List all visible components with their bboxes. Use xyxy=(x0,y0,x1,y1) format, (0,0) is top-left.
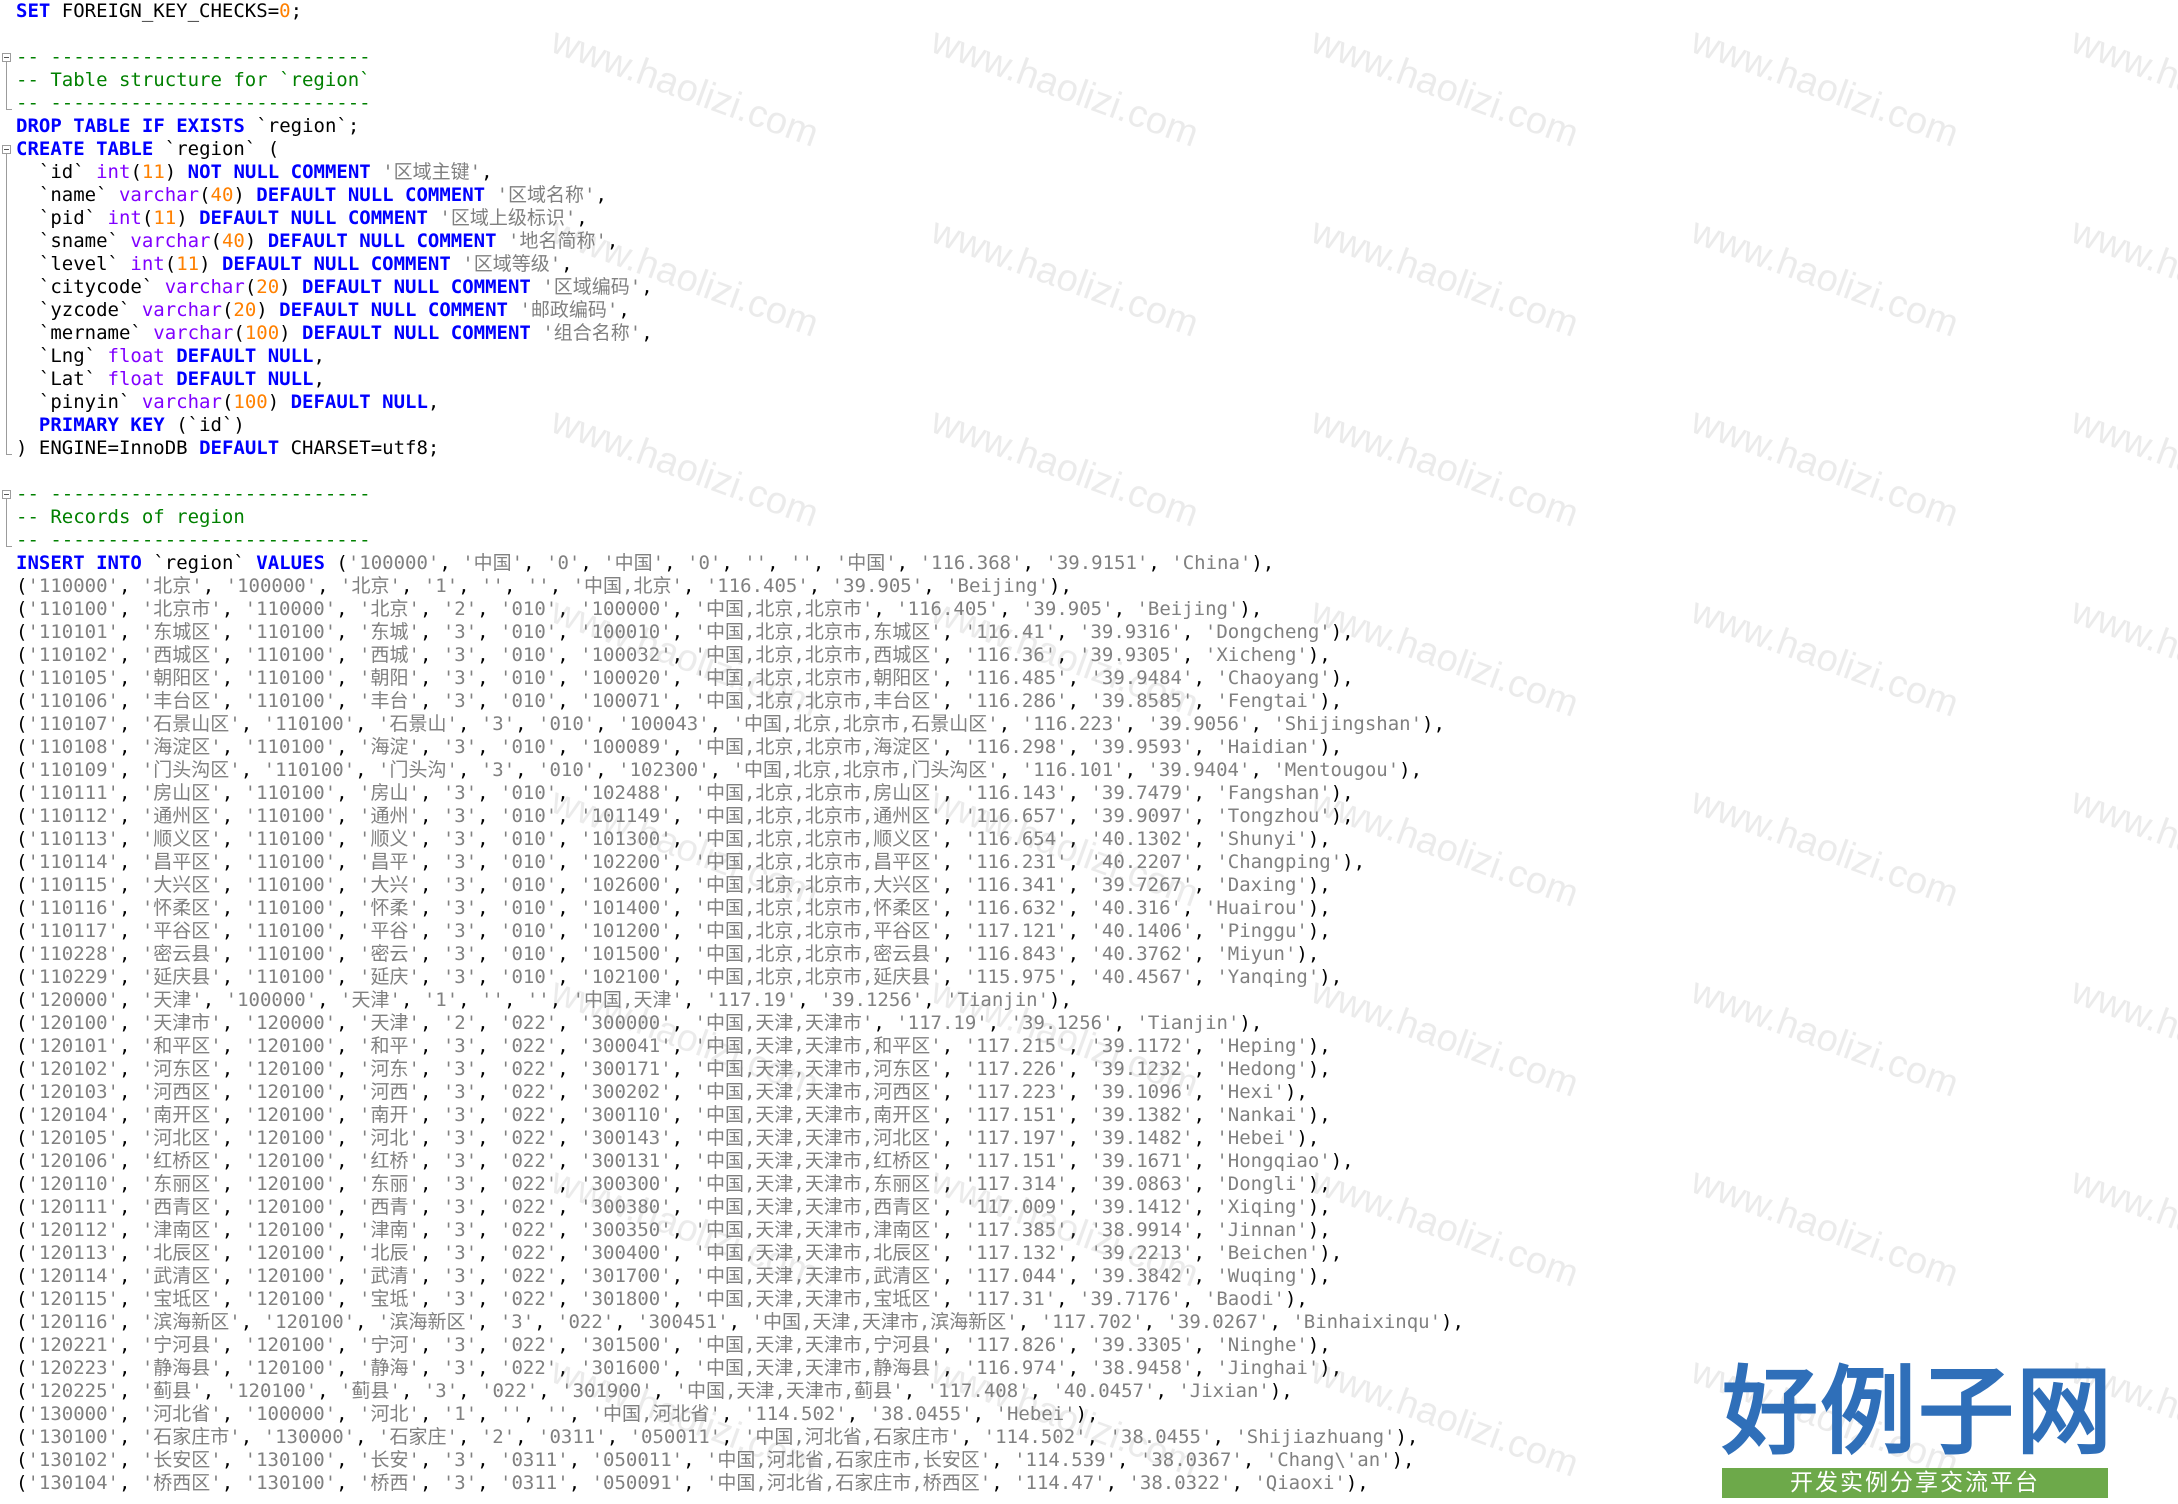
code-line[interactable]: ('120114', '武清区', '120100', '武清', '3', '… xyxy=(16,1265,2178,1288)
code-line[interactable]: ('110101', '东城区', '110100', '东城', '3', '… xyxy=(16,621,2178,644)
code-line[interactable]: ('120000', '天津', '100000', '天津', '1', ''… xyxy=(16,989,2178,1012)
code-line[interactable]: ('110109', '门头沟区', '110100', '门头沟', '3',… xyxy=(16,759,2178,782)
fold-gutter xyxy=(0,0,14,1504)
code-line[interactable]: ('120101', '和平区', '120100', '和平', '3', '… xyxy=(16,1035,2178,1058)
code-line[interactable]: `pinyin` varchar(100) DEFAULT NULL, xyxy=(16,391,2178,414)
code-line[interactable]: -- ---------------------------- xyxy=(16,483,2178,506)
code-line[interactable]: ('120106', '红桥区', '120100', '红桥', '3', '… xyxy=(16,1150,2178,1173)
code-line[interactable]: ('110112', '通州区', '110100', '通州', '3', '… xyxy=(16,805,2178,828)
code-line[interactable]: ('110116', '怀柔区', '110100', '怀柔', '3', '… xyxy=(16,897,2178,920)
code-line[interactable]: ('120113', '北辰区', '120100', '北辰', '3', '… xyxy=(16,1242,2178,1265)
code-line[interactable]: ('120110', '东丽区', '120100', '东丽', '3', '… xyxy=(16,1173,2178,1196)
code-line[interactable]: `sname` varchar(40) DEFAULT NULL COMMENT… xyxy=(16,230,2178,253)
code-line[interactable]: ('120116', '滨海新区', '120100', '滨海新区', '3'… xyxy=(16,1311,2178,1334)
code-line[interactable]: ('110111', '房山区', '110100', '房山', '3', '… xyxy=(16,782,2178,805)
code-area[interactable]: SET FOREIGN_KEY_CHECKS=0; -- ------------… xyxy=(16,0,2178,1495)
code-line[interactable]: `id` int(11) NOT NULL COMMENT '区域主键', xyxy=(16,161,2178,184)
code-line[interactable]: ('110117', '平谷区', '110100', '平谷', '3', '… xyxy=(16,920,2178,943)
code-line[interactable]: -- ---------------------------- xyxy=(16,46,2178,69)
code-line[interactable]: ('110114', '昌平区', '110100', '昌平', '3', '… xyxy=(16,851,2178,874)
code-line[interactable]: ('120105', '河北区', '120100', '河北', '3', '… xyxy=(16,1127,2178,1150)
code-line[interactable]: DROP TABLE IF EXISTS `region`; xyxy=(16,115,2178,138)
code-line[interactable]: ('120102', '河东区', '120100', '河东', '3', '… xyxy=(16,1058,2178,1081)
fold-guide-end xyxy=(6,109,12,110)
code-line[interactable]: ('120221', '宁河县', '120100', '宁河', '3', '… xyxy=(16,1334,2178,1357)
code-line[interactable]: ('110108', '海淀区', '110100', '海淀', '3', '… xyxy=(16,736,2178,759)
code-line[interactable]: `yzcode` varchar(20) DEFAULT NULL COMMEN… xyxy=(16,299,2178,322)
code-line[interactable]: ('120111', '西青区', '120100', '西青', '3', '… xyxy=(16,1196,2178,1219)
code-line[interactable]: ('110115', '大兴区', '110100', '大兴', '3', '… xyxy=(16,874,2178,897)
code-line[interactable]: ('120112', '津南区', '120100', '津南', '3', '… xyxy=(16,1219,2178,1242)
code-line[interactable]: -- Records of region xyxy=(16,506,2178,529)
code-line[interactable]: CREATE TABLE `region` ( xyxy=(16,138,2178,161)
code-line[interactable]: ('110000', '北京', '100000', '北京', '1', ''… xyxy=(16,575,2178,598)
code-line[interactable]: -- ---------------------------- xyxy=(16,92,2178,115)
code-line[interactable]: ('120115', '宝坻区', '120100', '宝坻', '3', '… xyxy=(16,1288,2178,1311)
code-line[interactable]: ('110113', '顺义区', '110100', '顺义', '3', '… xyxy=(16,828,2178,851)
code-line[interactable] xyxy=(16,460,2178,483)
code-line[interactable]: ('120104', '南开区', '120100', '南开', '3', '… xyxy=(16,1104,2178,1127)
code-line[interactable]: ('110105', '朝阳区', '110100', '朝阳', '3', '… xyxy=(16,667,2178,690)
code-line[interactable]: `Lat` float DEFAULT NULL, xyxy=(16,368,2178,391)
code-line[interactable]: ('110228', '密云县', '110100', '密云', '3', '… xyxy=(16,943,2178,966)
code-line[interactable]: PRIMARY KEY (`id`) xyxy=(16,414,2178,437)
fold-guide-line xyxy=(6,62,7,110)
code-line[interactable]: `Lng` float DEFAULT NULL, xyxy=(16,345,2178,368)
code-line[interactable]: `level` int(11) DEFAULT NULL COMMENT '区域… xyxy=(16,253,2178,276)
code-line[interactable]: -- Table structure for `region` xyxy=(16,69,2178,92)
fold-minus-icon[interactable] xyxy=(2,145,11,154)
code-line[interactable]: ('120103', '河西区', '120100', '河西', '3', '… xyxy=(16,1081,2178,1104)
code-line[interactable]: `name` varchar(40) DEFAULT NULL COMMENT … xyxy=(16,184,2178,207)
code-line[interactable]: `pid` int(11) DEFAULT NULL COMMENT '区域上级… xyxy=(16,207,2178,230)
code-editor[interactable]: SET FOREIGN_KEY_CHECKS=0; -- ------------… xyxy=(0,0,2178,1504)
code-line[interactable]: ('120100', '天津市', '120000', '天津', '2', '… xyxy=(16,1012,2178,1035)
fold-guide-end xyxy=(6,454,12,455)
code-line[interactable]: `mername` varchar(100) DEFAULT NULL COMM… xyxy=(16,322,2178,345)
code-line[interactable]: ('110229', '延庆县', '110100', '延庆', '3', '… xyxy=(16,966,2178,989)
code-line[interactable]: ('110100', '北京市', '110000', '北京', '2', '… xyxy=(16,598,2178,621)
brand-slogan: 开发实例分享交流平台 xyxy=(1722,1468,2108,1498)
code-line[interactable]: INSERT INTO `region` VALUES ('100000', '… xyxy=(16,552,2178,575)
brand-title: 好例子网 xyxy=(1722,1356,2114,1468)
code-line[interactable]: ('110106', '丰台区', '110100', '丰台', '3', '… xyxy=(16,690,2178,713)
code-line[interactable]: SET FOREIGN_KEY_CHECKS=0; xyxy=(16,0,2178,23)
code-line[interactable]: -- ---------------------------- xyxy=(16,529,2178,552)
code-line[interactable]: ('110107', '石景山区', '110100', '石景山', '3',… xyxy=(16,713,2178,736)
fold-guide-end xyxy=(6,546,12,547)
fold-guide-line xyxy=(6,499,7,547)
code-line[interactable]: `citycode` varchar(20) DEFAULT NULL COMM… xyxy=(16,276,2178,299)
code-line[interactable]: ) ENGINE=InnoDB DEFAULT CHARSET=utf8; xyxy=(16,437,2178,460)
fold-guide-line xyxy=(6,154,7,455)
fold-minus-icon[interactable] xyxy=(2,53,11,62)
brand-logo: 好例子网 开发实例分享交流平台 xyxy=(1722,1362,2122,1498)
fold-minus-icon[interactable] xyxy=(2,490,11,499)
code-line[interactable]: ('110102', '西城区', '110100', '西城', '3', '… xyxy=(16,644,2178,667)
code-line[interactable] xyxy=(16,23,2178,46)
